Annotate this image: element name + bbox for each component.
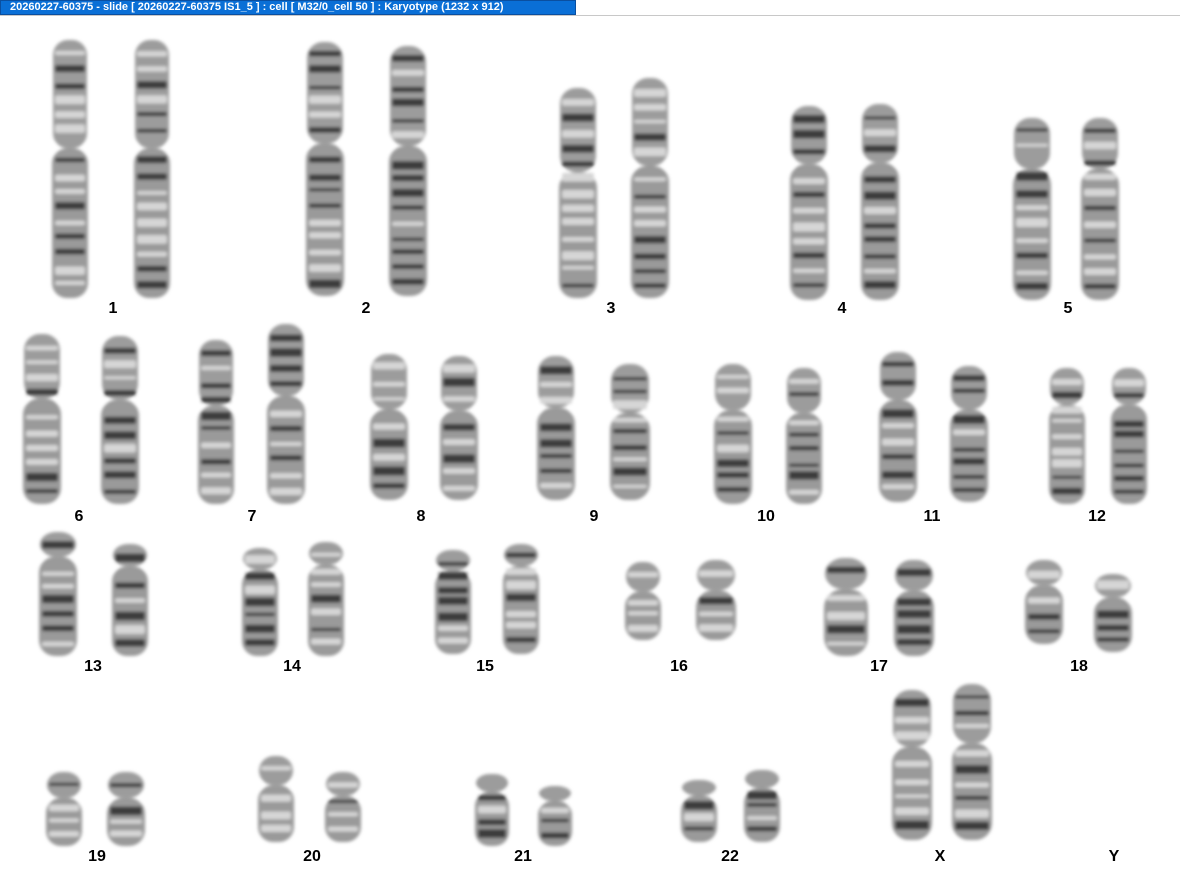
pair-label-18: 18 [1070, 658, 1088, 675]
chromosome-10-1[interactable] [707, 364, 759, 504]
chromosome-pair-16[interactable] [618, 560, 743, 640]
pair-label-20: 20 [303, 848, 321, 865]
chromosome-4-2[interactable] [854, 104, 906, 300]
chromosome-pair-15[interactable] [428, 544, 546, 654]
chromosome-pair-11[interactable] [872, 352, 995, 502]
chromosome-pair-8[interactable] [363, 354, 485, 500]
chromosome-1-2[interactable] [127, 40, 177, 298]
pair-label-3: 3 [606, 300, 616, 317]
chromosome-pair-19[interactable] [39, 772, 152, 846]
chromosome-8-1[interactable] [363, 354, 415, 500]
window-title-bar[interactable]: 20260227-60375 - slide [ 20260227-60375 … [0, 0, 576, 15]
chromosome-2-1[interactable] [299, 42, 351, 296]
chromosome-20-2[interactable] [318, 772, 368, 842]
chromosome-17-1[interactable] [817, 558, 875, 656]
chromosome-20-1[interactable] [251, 756, 301, 842]
pair-label-12: 12 [1088, 508, 1106, 525]
pair-label-16: 16 [670, 658, 688, 675]
chromosome-pair-5[interactable] [1006, 118, 1126, 300]
chromosome-21-2[interactable] [531, 786, 579, 846]
chromosome-11-2[interactable] [943, 366, 995, 502]
chromosome-3-2[interactable] [624, 78, 676, 298]
chromosome-12-1[interactable] [1042, 368, 1092, 504]
chromosome-pair-10[interactable] [707, 364, 829, 504]
chromosome-15-2[interactable] [496, 544, 546, 654]
chromosome-10-2[interactable] [779, 368, 829, 504]
chromosome-18-1[interactable] [1018, 560, 1070, 644]
chromosome-pair-6[interactable] [16, 334, 146, 504]
chromosome-x-1[interactable] [885, 690, 939, 840]
chromosome-13-2[interactable] [105, 544, 155, 656]
chromosome-22-1[interactable] [674, 780, 724, 842]
chromosome-pair-1[interactable] [45, 40, 177, 298]
chromosome-pair-12[interactable] [1042, 368, 1154, 504]
pair-label-13: 13 [84, 658, 102, 675]
chromosome-6-2[interactable] [94, 336, 146, 504]
chromosome-12-2[interactable] [1104, 368, 1154, 504]
chromosome-1-1[interactable] [45, 40, 95, 298]
chromosome-pair-2[interactable] [299, 42, 434, 296]
chromosome-x-2[interactable] [945, 684, 999, 840]
chromosome-pair-x[interactable] [885, 684, 999, 840]
pair-label-9: 9 [589, 508, 599, 525]
chromosome-19-2[interactable] [100, 772, 152, 846]
pair-label-1: 1 [108, 300, 118, 317]
chromosome-19-1[interactable] [39, 772, 89, 846]
chromosome-22-2[interactable] [737, 770, 787, 842]
pair-label-y: Y [1108, 848, 1120, 865]
pair-label-x: X [934, 848, 946, 865]
pair-label-6: 6 [74, 508, 84, 525]
pair-label-22: 22 [721, 848, 739, 865]
chromosome-pair-21[interactable] [468, 774, 579, 846]
chromosome-7-1[interactable] [191, 340, 241, 504]
chromosome-21-1[interactable] [468, 774, 516, 846]
pair-label-10: 10 [757, 508, 775, 525]
pair-label-8: 8 [416, 508, 426, 525]
chromosome-6-1[interactable] [16, 334, 68, 504]
pair-label-5: 5 [1063, 300, 1073, 317]
chromosome-14-2[interactable] [301, 542, 351, 656]
pair-label-4: 4 [837, 300, 847, 317]
pair-label-19: 19 [88, 848, 106, 865]
chromosome-13-1[interactable] [32, 532, 84, 656]
chromosome-pair-14[interactable] [235, 542, 351, 656]
chromosome-5-1[interactable] [1006, 118, 1058, 300]
pair-label-2: 2 [361, 300, 371, 317]
chromosome-9-2[interactable] [603, 364, 657, 500]
pair-label-17: 17 [870, 658, 888, 675]
pair-label-15: 15 [476, 658, 494, 675]
chromosome-18-2[interactable] [1087, 574, 1139, 652]
chromosome-pair-4[interactable] [783, 104, 906, 300]
chromosome-9-1[interactable] [530, 356, 582, 500]
chromosome-pair-22[interactable] [674, 770, 787, 842]
chromosome-5-2[interactable] [1074, 118, 1126, 300]
window-title: 20260227-60375 - slide [ 20260227-60375 … [10, 1, 504, 13]
chromosome-17-2[interactable] [887, 560, 941, 656]
chromosome-pair-9[interactable] [530, 356, 657, 500]
pair-label-21: 21 [514, 848, 532, 865]
chromosome-16-2[interactable] [689, 560, 743, 640]
chromosome-pair-7[interactable] [191, 324, 312, 504]
chromosome-11-1[interactable] [872, 352, 924, 502]
chromosome-14-1[interactable] [235, 548, 285, 656]
karyotype-image [16, 40, 1154, 846]
chromosome-4-1[interactable] [783, 106, 835, 300]
chromosome-pair-17[interactable] [817, 558, 941, 656]
chromosome-8-2[interactable] [433, 356, 485, 500]
chromosome-pair-3[interactable] [552, 78, 676, 298]
pair-label-11: 11 [923, 508, 941, 525]
chromosome-pair-18[interactable] [1018, 560, 1139, 652]
chromosome-3-1[interactable] [552, 88, 604, 298]
pair-label-7: 7 [247, 508, 257, 525]
chromosome-2-2[interactable] [382, 46, 434, 296]
chromosome-pair-13[interactable] [32, 532, 155, 656]
pair-label-14: 14 [283, 658, 301, 675]
chromosome-16-1[interactable] [618, 562, 668, 640]
chromosome-7-2[interactable] [260, 324, 312, 504]
chromosome-pair-20[interactable] [251, 756, 368, 842]
chromosome-15-1[interactable] [428, 550, 478, 654]
karyotype-canvas: 1 2 3 4 5 6 7 8 9 10 11 12 13 14 15 16 17 18 19 20 21 22 X Y [0, 16, 1180, 880]
